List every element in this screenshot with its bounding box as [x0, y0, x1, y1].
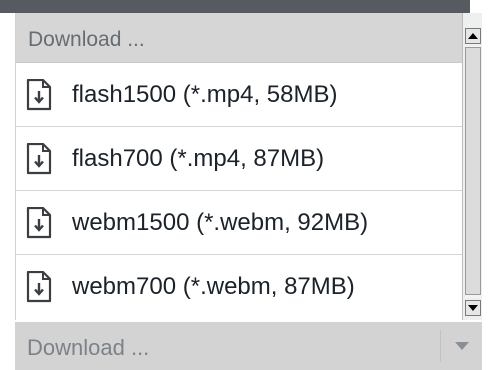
vertical-scrollbar[interactable] — [462, 13, 482, 320]
download-select-value: Download ... — [27, 335, 150, 360]
file-download-icon — [26, 143, 52, 175]
scroll-thumb[interactable] — [465, 47, 481, 295]
chevron-down-icon[interactable] — [455, 342, 469, 350]
list-item[interactable]: webm1500 (*.webm, 92MB) — [16, 191, 463, 255]
select-divider — [440, 330, 441, 362]
triangle-up-icon — [468, 33, 478, 39]
list-item-label: flash1500 (*.mp4, 58MB) — [72, 81, 338, 108]
scroll-up-button[interactable] — [465, 28, 481, 44]
list-header-label: Download ... — [28, 28, 145, 51]
list-item-label: flash700 (*.mp4, 87MB) — [72, 145, 325, 172]
list-item[interactable]: flash700 (*.mp4, 87MB) — [16, 127, 463, 191]
scroll-down-button[interactable] — [465, 300, 481, 316]
file-download-icon — [26, 207, 52, 239]
list-item-label: webm1500 (*.webm, 92MB) — [72, 209, 369, 236]
list-item[interactable]: flash1500 (*.mp4, 58MB) — [16, 63, 463, 127]
top-toolbar-edge — [0, 0, 470, 13]
file-download-icon — [26, 271, 52, 303]
download-select[interactable]: Download ... — [15, 322, 482, 370]
list-header: Download ... — [16, 13, 463, 63]
file-download-icon — [26, 79, 52, 111]
top-toolbar-corner — [470, 0, 488, 13]
download-options-list: Download ... flash1500 (*.mp4, 58MB) fla… — [15, 13, 463, 320]
download-dropdown: Download ... flash1500 (*.mp4, 58MB) fla… — [0, 0, 488, 370]
list-item[interactable]: webm700 (*.webm, 87MB) — [16, 255, 463, 319]
list-item-label: webm700 (*.webm, 87MB) — [72, 273, 355, 300]
triangle-down-icon — [468, 305, 478, 311]
